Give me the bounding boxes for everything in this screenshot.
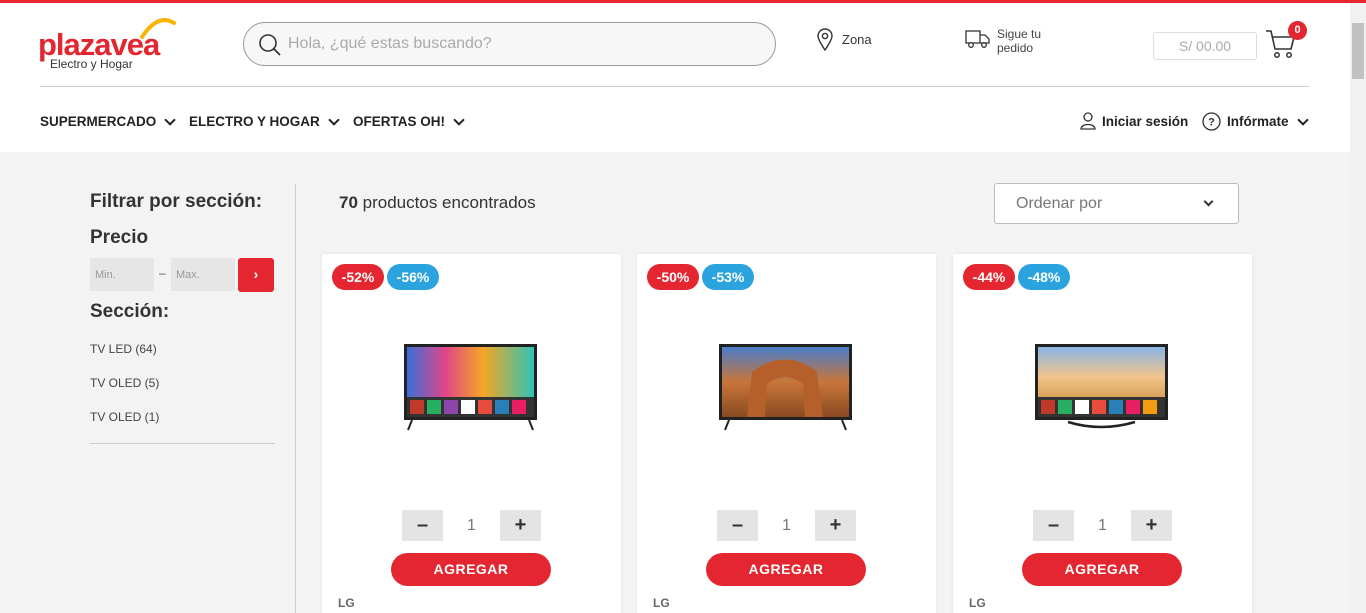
product-card[interactable]: -44% -48% – 1 + AGREGAR LG bbox=[953, 254, 1252, 613]
site-header: plazavea Electro y Hogar Zona Sigue tu p… bbox=[0, 3, 1366, 152]
chevron-down-icon bbox=[328, 113, 340, 126]
product-image-tv[interactable] bbox=[1029, 342, 1174, 434]
search-icon[interactable] bbox=[258, 33, 282, 57]
price-title: Precio bbox=[90, 227, 149, 248]
quantity-value[interactable]: 1 bbox=[758, 510, 815, 541]
discount-badge-oh: -48% bbox=[1018, 264, 1070, 290]
search-input[interactable] bbox=[288, 31, 758, 57]
results-number: 70 bbox=[339, 193, 358, 212]
informate-menu[interactable]: ? Infórmate bbox=[1202, 112, 1309, 131]
add-to-cart-button[interactable]: AGREGAR bbox=[391, 553, 551, 586]
sidebar-vertical-divider bbox=[295, 184, 296, 613]
increase-button[interactable]: + bbox=[815, 510, 856, 541]
nav-supermercado[interactable]: SUPERMERCADO bbox=[40, 113, 176, 129]
product-image-tv[interactable] bbox=[717, 342, 854, 434]
scrollbar-thumb[interactable] bbox=[1352, 23, 1364, 79]
add-to-cart-button[interactable]: AGREGAR bbox=[706, 553, 866, 586]
discount-badge-oh: -53% bbox=[702, 264, 754, 290]
decrease-button[interactable]: – bbox=[402, 510, 443, 541]
nav-label: SUPERMERCADO bbox=[40, 114, 157, 129]
track-order-link[interactable]: Sigue tu pedido bbox=[965, 27, 1057, 55]
user-icon bbox=[1080, 112, 1096, 130]
chevron-down-icon bbox=[1203, 196, 1214, 207]
section-item-tv-oled[interactable]: TV OLED (5) bbox=[90, 376, 159, 390]
quantity-value[interactable]: 1 bbox=[1074, 510, 1131, 541]
discount-badge: -44% bbox=[963, 264, 1015, 290]
logo-subtitle: Electro y Hogar bbox=[50, 57, 133, 71]
add-to-cart-button[interactable]: AGREGAR bbox=[1022, 553, 1182, 586]
nav-electro-hogar[interactable]: ELECTRO Y HOGAR bbox=[189, 113, 340, 129]
product-card[interactable]: -52% -56% – 1 + AGREGAR LG bbox=[322, 254, 621, 613]
results-label: productos encontrados bbox=[362, 193, 536, 212]
sort-dropdown[interactable]: Ordenar por bbox=[994, 183, 1239, 224]
product-brand: LG bbox=[969, 596, 986, 610]
sort-placeholder: Ordenar por bbox=[1016, 195, 1103, 212]
logo[interactable]: plazavea Electro y Hogar bbox=[38, 17, 188, 73]
track-order-label: Sigue tu pedido bbox=[997, 27, 1042, 55]
header-divider bbox=[40, 86, 1309, 87]
help-icon: ? bbox=[1202, 112, 1221, 131]
zona-label: Zona bbox=[842, 31, 872, 47]
quantity-value[interactable]: 1 bbox=[443, 510, 500, 541]
discount-badge: -50% bbox=[647, 264, 699, 290]
price-max-input[interactable] bbox=[171, 258, 235, 291]
product-image-tv[interactable] bbox=[402, 342, 539, 434]
price-apply-button[interactable]: › bbox=[238, 258, 274, 292]
cart-count-badge: 0 bbox=[1288, 21, 1307, 40]
zona-selector[interactable]: Zona bbox=[816, 25, 872, 53]
cart-button[interactable]: 0 bbox=[1264, 21, 1308, 61]
quantity-stepper[interactable]: – 1 + bbox=[717, 510, 856, 541]
increase-button[interactable]: + bbox=[1131, 510, 1172, 541]
sidebar-divider bbox=[90, 443, 275, 444]
decrease-button[interactable]: – bbox=[717, 510, 758, 541]
location-pin-icon bbox=[817, 28, 833, 51]
increase-button[interactable]: + bbox=[500, 510, 541, 541]
nav-label: OFERTAS OH! bbox=[353, 114, 445, 129]
quantity-stepper[interactable]: – 1 + bbox=[1033, 510, 1172, 541]
section-item-tv-oled-2[interactable]: TV OLED (1) bbox=[90, 410, 159, 424]
chevron-down-icon bbox=[1296, 113, 1309, 126]
product-brand: LG bbox=[338, 596, 355, 610]
section-title: Sección: bbox=[90, 301, 170, 322]
svg-text:?: ? bbox=[1208, 117, 1215, 129]
price-min-input[interactable] bbox=[90, 258, 154, 291]
price-dash: – bbox=[159, 266, 166, 280]
discount-badge-oh: -56% bbox=[387, 264, 439, 290]
filter-title: Filtrar por sección: bbox=[90, 191, 263, 212]
login-label: Iniciar sesión bbox=[1102, 113, 1189, 129]
cart-total: S/ 00.00 bbox=[1153, 32, 1257, 60]
logo-swoosh-icon bbox=[140, 18, 176, 39]
page-scrollbar[interactable] bbox=[1350, 3, 1366, 613]
chevron-down-icon bbox=[453, 113, 465, 126]
nav-ofertas[interactable]: OFERTAS OH! bbox=[353, 113, 465, 129]
decrease-button[interactable]: – bbox=[1033, 510, 1074, 541]
results-count: 70 productos encontrados bbox=[339, 193, 536, 213]
discount-badge: -52% bbox=[332, 264, 384, 290]
delivery-truck-icon bbox=[965, 30, 990, 48]
chevron-down-icon bbox=[164, 113, 176, 126]
informate-label: Infórmate bbox=[1227, 114, 1289, 129]
product-card[interactable]: -50% -53% – 1 + AGREGAR LG bbox=[637, 254, 936, 613]
nav-label: ELECTRO Y HOGAR bbox=[189, 114, 320, 129]
login-link[interactable]: Iniciar sesión bbox=[1080, 112, 1188, 130]
search-bar[interactable] bbox=[243, 22, 776, 66]
product-brand: LG bbox=[653, 596, 670, 610]
quantity-stepper[interactable]: – 1 + bbox=[402, 510, 541, 541]
section-item-tv-led[interactable]: TV LED (64) bbox=[90, 342, 157, 356]
